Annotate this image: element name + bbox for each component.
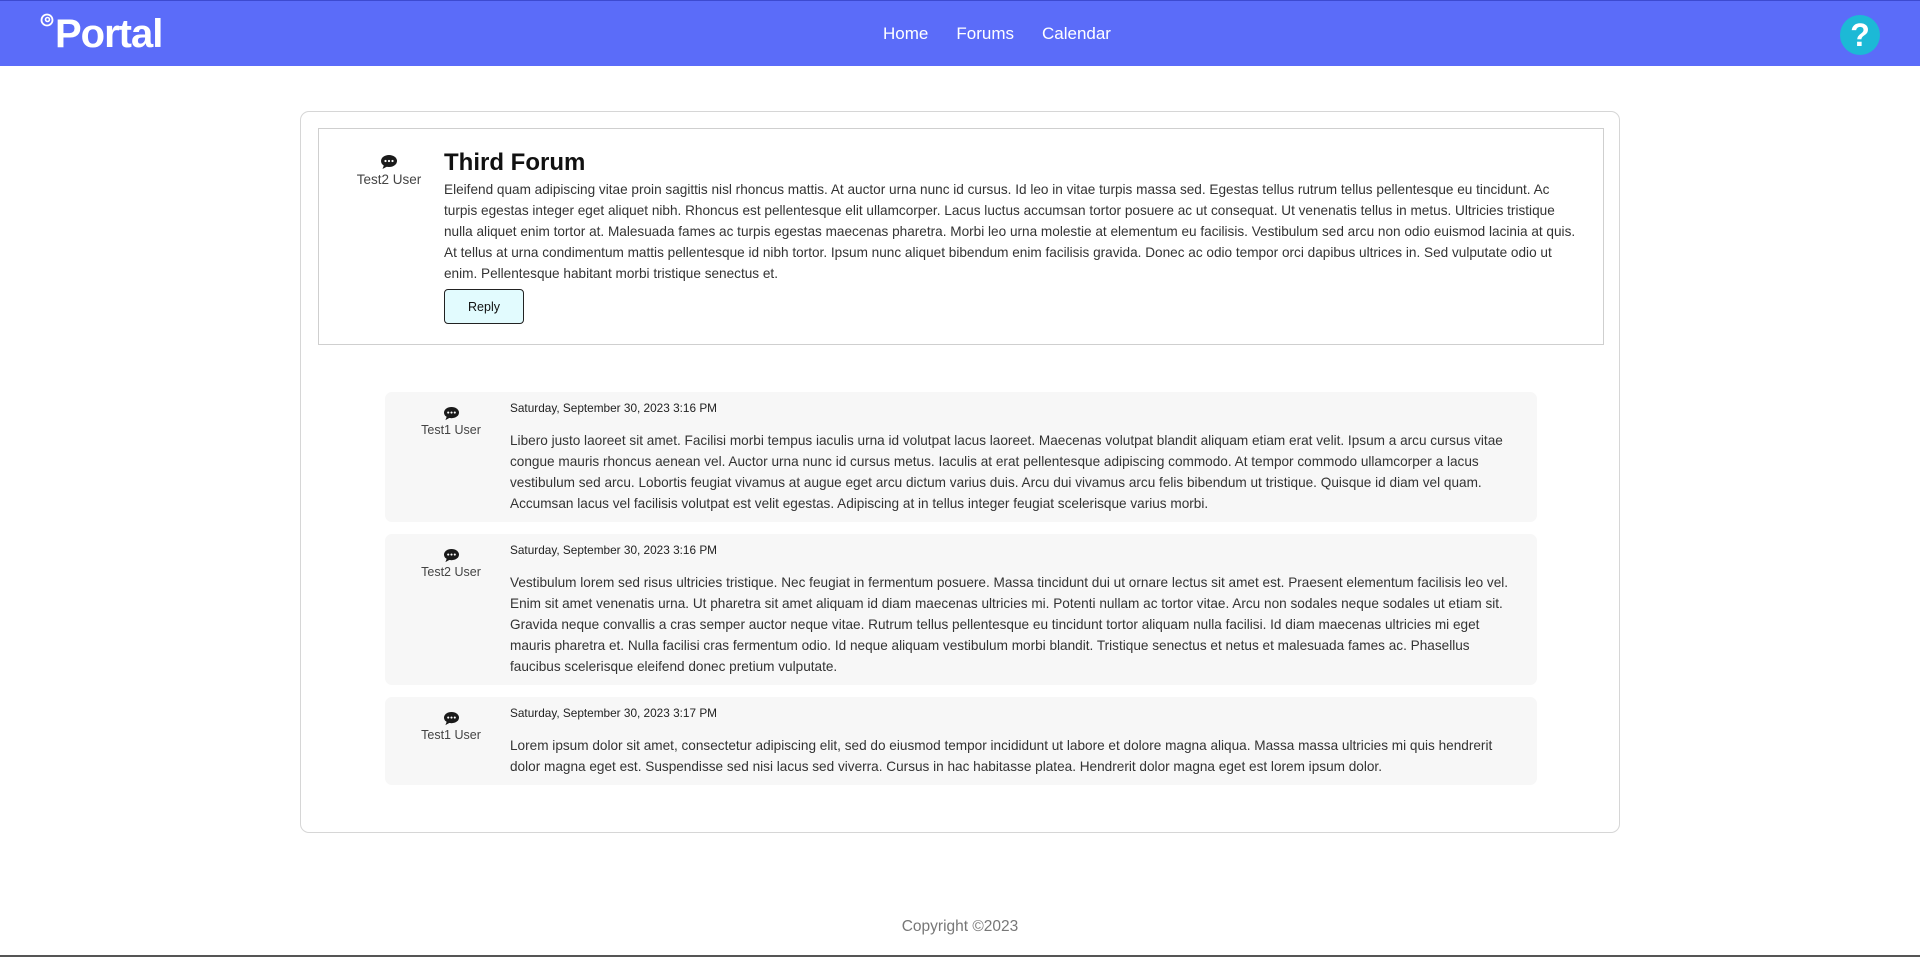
author-name: Test1 User [421,728,481,742]
reply-post: Test1 User Saturday, September 30, 2023 … [385,392,1537,522]
author-name: Test2 User [356,172,422,187]
forum-thread-card: Test2 User Third Forum Eleifend quam adi… [300,111,1620,833]
swirl-icon [40,13,54,27]
forum-post: Test2 User Third Forum Eleifend quam adi… [318,128,1604,345]
main-nav: Home Forums Calendar [0,1,1920,67]
nav-forums-link[interactable]: Forums [956,24,1014,44]
nav-home-link[interactable]: Home [883,24,928,44]
reply-button[interactable]: Reply [444,289,524,324]
chat-bubble-icon [443,711,459,726]
post-date: Saturday, September 30, 2023 3:16 PM [510,401,718,415]
chat-bubble-icon [443,406,459,421]
top-navbar: Portal Home Forums Calendar ? [0,0,1920,66]
chat-bubble-icon [381,155,397,169]
help-button[interactable]: ? [1840,15,1880,55]
post-body: Lorem ipsum dolor sit amet, consectetur … [510,738,1493,774]
post-author: Test1 User [401,406,501,437]
brand-name: Portal [55,12,163,56]
forum-title: Third Forum [444,149,586,176]
post-author: Test1 User [401,711,501,742]
nav-calendar-link[interactable]: Calendar [1042,24,1111,44]
reply-post: Test1 User Saturday, September 30, 2023 … [385,697,1537,785]
forum-author: Test2 User [334,154,444,187]
author-name: Test1 User [421,423,481,437]
author-name: Test2 User [421,565,481,579]
post-date: Saturday, September 30, 2023 3:16 PM [510,543,718,557]
post-date: Saturday, September 30, 2023 3:17 PM [510,706,718,720]
chat-bubble-icon [443,548,459,563]
brand-logo[interactable]: Portal [40,9,163,59]
footer-copyright: Copyright ©2023 [901,918,1019,935]
post-author: Test2 User [401,548,501,579]
post-body: Libero justo laoreet sit amet. Facilisi … [510,433,1503,511]
reply-post: Test2 User Saturday, September 30, 2023 … [385,534,1537,685]
post-body: Vestibulum lorem sed risus ultricies tri… [510,575,1509,674]
forum-body: Eleifend quam adipiscing vitae proin sag… [444,182,1576,281]
